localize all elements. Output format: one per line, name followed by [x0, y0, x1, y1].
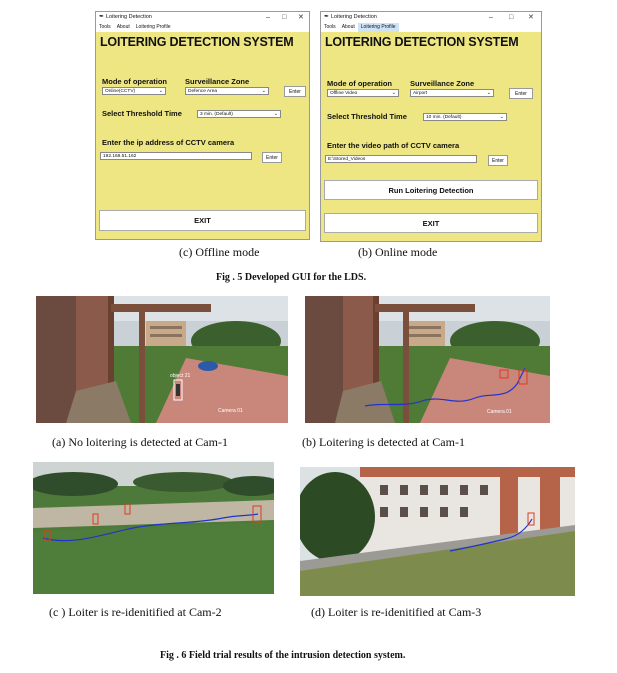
mode-select[interactable]: Offline Video ⌄ — [327, 89, 399, 97]
close-icon[interactable]: ✕ — [528, 12, 534, 23]
path-label: Enter the video path of CCTV camera — [327, 141, 460, 150]
gui-window-online: ✒ Loitering Detection – □ ✕ Tools About Lo… — [95, 11, 310, 240]
figure-6-caption: Fig . 6 Field trial results of the intru… — [160, 650, 406, 661]
threshold-label: Select Threshold Time — [327, 112, 407, 121]
title-bar: ✒ Loitering Detection – □ ✕ — [321, 12, 541, 23]
maximize-icon[interactable]: □ — [282, 12, 286, 23]
maximize-icon[interactable]: □ — [509, 12, 513, 23]
threshold-select-value: 3 min. (Default) — [200, 112, 233, 117]
window-title: Loitering Detection — [106, 14, 152, 20]
photo-cam1-loitering: Camera 01 — [305, 296, 550, 423]
ip-enter-button[interactable]: Enter — [262, 152, 282, 163]
threshold-label: Select Threshold Time — [102, 109, 182, 118]
photo-cam1-no-loitering: object 21 Camera 01 — [36, 296, 288, 423]
menu-tools[interactable]: Tools — [321, 23, 339, 32]
caption-a: (a) No loitering is detected at Cam-1 — [52, 435, 228, 449]
mode-select-value: Offline Video — [330, 91, 358, 96]
zone-select[interactable]: Defence Area ⌄ — [185, 87, 269, 95]
mode-label: Mode of operation — [327, 79, 392, 88]
threshold-select[interactable]: 10 min. (Default) ⌄ — [423, 113, 507, 121]
video-path-input[interactable]: E:\Stored_Videos — [325, 155, 477, 163]
menu-bar: Tools About Loitering Profile — [321, 23, 541, 32]
menu-bar: Tools About Loitering Profile — [96, 23, 309, 32]
close-icon[interactable]: ✕ — [298, 12, 304, 23]
caption-b: (b) Loitering is detected at Cam-1 — [302, 435, 465, 449]
photo-cam3-reidentified — [300, 467, 575, 596]
camera-tag: Camera 01 — [218, 408, 243, 414]
chevron-down-icon: ⌄ — [486, 90, 491, 96]
minimize-icon[interactable]: – — [266, 12, 270, 23]
zone-enter-button[interactable]: Enter — [284, 86, 306, 97]
caption-online-mode: (c) Offline mode — [179, 245, 260, 259]
run-loitering-button[interactable]: Run Loitering Detection — [324, 180, 538, 200]
mode-select[interactable]: Online(CCTV) ⌄ — [102, 87, 166, 95]
minimize-icon[interactable]: – — [489, 12, 493, 23]
gui-window-offline: ✒ Loitering Detection – □ ✕ Tools About Lo… — [320, 11, 542, 242]
zone-select-value: Airport — [413, 91, 428, 96]
figure-5-caption: Fig . 5 Developed GUI for the LDS. — [216, 272, 367, 283]
app-heading: LOITERING DETECTION SYSTEM — [325, 35, 519, 49]
chevron-down-icon: ⌄ — [391, 90, 396, 96]
chevron-down-icon: ⌄ — [158, 88, 163, 94]
mode-select-value: Online(CCTV) — [105, 89, 136, 94]
title-bar: ✒ Loitering Detection – □ ✕ — [96, 12, 309, 23]
caption-d: (d) Loiter is re-idenitified at Cam-3 — [311, 605, 482, 619]
mode-label: Mode of operation — [102, 77, 167, 86]
chevron-down-icon: ⌄ — [499, 114, 504, 120]
zone-enter-button[interactable]: Enter — [509, 88, 533, 99]
zone-select[interactable]: Airport ⌄ — [410, 89, 494, 97]
chevron-down-icon: ⌄ — [261, 88, 266, 94]
caption-offline-mode: (b) Online mode — [358, 245, 438, 259]
exit-button[interactable]: EXIT — [324, 213, 538, 233]
threshold-select[interactable]: 3 min. (Default) ⌄ — [197, 110, 281, 118]
camera-tag: Camera 01 — [487, 409, 512, 415]
app-heading: LOITERING DETECTION SYSTEM — [100, 35, 294, 49]
menu-loitering-profile[interactable]: Loitering Profile — [357, 23, 399, 32]
window-title: Loitering Detection — [331, 14, 377, 20]
path-enter-button[interactable]: Enter — [488, 155, 508, 166]
zone-label: Surveillance Zone — [410, 79, 475, 88]
threshold-select-value: 10 min. (Default) — [426, 115, 462, 120]
feather-icon: ✒ — [324, 14, 330, 20]
zone-select-value: Defence Area — [188, 89, 218, 94]
photo-cam2-reidentified — [33, 462, 274, 594]
menu-tools[interactable]: Tools — [96, 23, 114, 32]
exit-button[interactable]: EXIT — [99, 210, 306, 231]
menu-about[interactable]: About — [114, 23, 133, 32]
feather-icon: ✒ — [99, 14, 105, 20]
chevron-down-icon: ⌄ — [273, 111, 278, 117]
zone-label: Surveillance Zone — [185, 77, 250, 86]
path-label: Enter the ip address of CCTV camera — [102, 138, 235, 147]
caption-c: (c ) Loiter is re-idenitified at Cam-2 — [49, 605, 222, 619]
ip-address-input[interactable]: 192.168.51.162 — [100, 152, 252, 160]
object-tag: object 21 — [170, 373, 191, 379]
menu-loitering-profile[interactable]: Loitering Profile — [133, 23, 174, 32]
menu-about[interactable]: About — [339, 23, 358, 32]
